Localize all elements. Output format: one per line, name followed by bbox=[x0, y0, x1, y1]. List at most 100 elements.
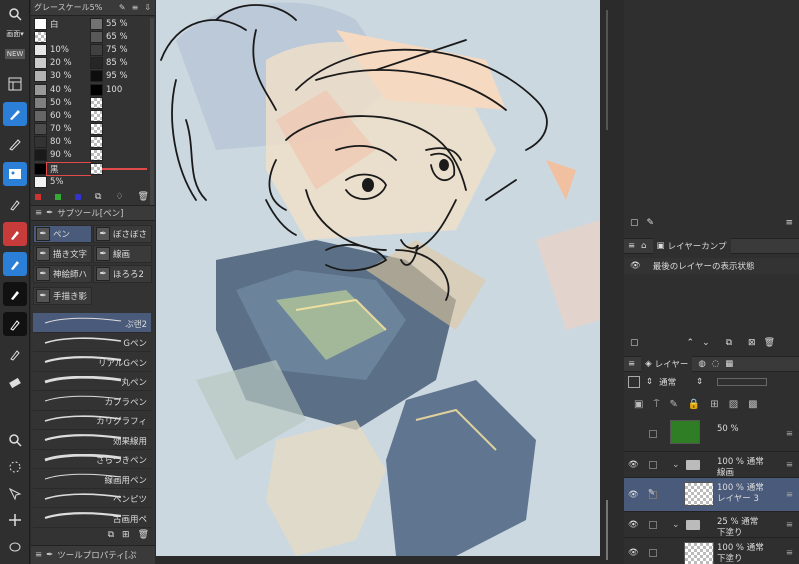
add-subtool-icon[interactable]: ⊞ bbox=[122, 530, 130, 540]
color-swatch[interactable] bbox=[34, 96, 47, 109]
layer-menu-icon[interactable]: ≡ bbox=[786, 548, 793, 558]
move-icon[interactable] bbox=[3, 508, 27, 532]
brush-item[interactable]: カブラペン bbox=[33, 391, 151, 411]
color-swatch[interactable] bbox=[90, 70, 103, 83]
layer-menu-icon[interactable]: ≡ bbox=[786, 520, 793, 530]
red-brush-icon[interactable] bbox=[3, 222, 27, 246]
zoom-icon[interactable] bbox=[3, 428, 27, 452]
green-color-icon[interactable] bbox=[55, 194, 61, 200]
opacity-stepper-icon[interactable]: ⇕ bbox=[696, 377, 703, 387]
layer-checkbox[interactable] bbox=[649, 460, 657, 469]
color-set-scrollbar[interactable] bbox=[150, 18, 154, 208]
color-row[interactable]: 30 % 95 % bbox=[34, 70, 152, 83]
pen-tool-icon[interactable] bbox=[3, 102, 27, 126]
stepper-icon[interactable]: ⇕ bbox=[646, 377, 653, 387]
new-icon[interactable]: NEW bbox=[3, 42, 27, 66]
subtool-tab[interactable]: ✒ ほろろ2 bbox=[93, 265, 152, 283]
menu-icon[interactable]: ≡ bbox=[785, 218, 793, 228]
subtool-tab[interactable]: ✒ ペン bbox=[33, 225, 92, 243]
chevron-down-icon[interactable]: ⌄ bbox=[672, 460, 680, 470]
delete-comp-icon[interactable]: ⊠ bbox=[748, 338, 756, 348]
color-swatch[interactable] bbox=[34, 30, 47, 43]
blend-tool-icon[interactable] bbox=[3, 252, 27, 276]
layer-menu-icon[interactable]: ≡ bbox=[786, 460, 793, 470]
color-swatch[interactable] bbox=[90, 123, 103, 136]
color-swatch[interactable] bbox=[90, 96, 103, 109]
brush-item[interactable]: 効果線用 bbox=[33, 430, 151, 450]
color-swatch[interactable] bbox=[90, 17, 103, 30]
layer-row[interactable]: 👁 ⌄ 100 % 通常 線画 ≡ bbox=[624, 452, 799, 478]
eye-icon[interactable]: 👁 bbox=[628, 520, 639, 530]
color-swatch[interactable] bbox=[90, 176, 103, 188]
color-row[interactable]: 80 % bbox=[34, 136, 152, 149]
subtool-tab[interactable]: ✒ 線画 bbox=[93, 245, 152, 263]
layer-menu-icon[interactable]: ≡ bbox=[786, 490, 793, 500]
bucket-icon[interactable]: ♢ bbox=[115, 192, 123, 202]
brush-item[interactable]: ぷ랜2 bbox=[33, 313, 151, 333]
color-swatch[interactable] bbox=[90, 109, 103, 122]
trash-icon[interactable]: 🗑 bbox=[138, 192, 149, 202]
subtool-tab[interactable]: ✒ 描き文字 bbox=[33, 245, 92, 263]
mask-icon[interactable]: ▨ bbox=[729, 399, 738, 410]
layer-row[interactable]: 50 % ≡ bbox=[624, 416, 799, 452]
blue-color-icon[interactable] bbox=[75, 194, 81, 200]
color-row[interactable]: 90 % bbox=[34, 149, 152, 162]
color-swatch[interactable] bbox=[34, 83, 47, 96]
layer-row[interactable]: 👁 100 % 通常 下塗り ≡ bbox=[624, 538, 799, 564]
layer-color-icon[interactable] bbox=[628, 376, 640, 388]
ruler-icon[interactable]: ▩ bbox=[748, 399, 757, 410]
navigator-icon[interactable]: ◌ bbox=[712, 359, 719, 369]
grip-icon[interactable]: ≡ bbox=[35, 208, 42, 218]
color-swatch[interactable] bbox=[34, 57, 47, 70]
brush-item[interactable]: カリグラフィ bbox=[33, 411, 151, 430]
color-swatch[interactable] bbox=[90, 136, 103, 149]
layer-row[interactable]: 👁 ✎ 100 % 通常 レイヤー 3 ≡ bbox=[624, 478, 799, 512]
color-swatch[interactable] bbox=[34, 149, 47, 162]
delete-icon[interactable]: 🗑 bbox=[138, 530, 149, 540]
color-swatch[interactable] bbox=[90, 30, 103, 43]
color-row[interactable]: 70 % bbox=[34, 123, 152, 136]
color-row[interactable]: 黒 bbox=[34, 161, 152, 176]
panel-layout-icon[interactable] bbox=[3, 72, 27, 96]
opacity-slider[interactable] bbox=[717, 378, 768, 386]
color-swatch[interactable] bbox=[34, 70, 47, 83]
color-row[interactable]: 20 % 85 % bbox=[34, 57, 152, 70]
palette-icon[interactable]: ◍ bbox=[698, 359, 705, 369]
ink-pen-icon[interactable] bbox=[3, 282, 27, 306]
layer-comp-item[interactable]: 👁 最後のレイヤーの表示状態 bbox=[624, 258, 799, 274]
pencil-icon[interactable] bbox=[3, 132, 27, 156]
color-swatch[interactable] bbox=[90, 162, 103, 175]
eye-icon[interactable]: 👁 bbox=[630, 261, 641, 271]
brush-item[interactable]: Gペン bbox=[33, 333, 151, 352]
layer-row[interactable]: 👁 ⌄ 25 % 通常 下塗り ≡ bbox=[624, 512, 799, 538]
eye-icon[interactable]: 👁 bbox=[628, 548, 639, 558]
lock-alpha-icon[interactable]: ⊞ bbox=[710, 399, 718, 410]
draft-icon[interactable]: ✎ bbox=[669, 399, 677, 410]
color-swatch[interactable] bbox=[34, 17, 47, 30]
brush-item[interactable]: ざらつきペン bbox=[33, 450, 151, 469]
eraser-icon[interactable] bbox=[3, 370, 27, 394]
lasso-icon[interactable] bbox=[3, 536, 27, 560]
object-icon[interactable] bbox=[3, 482, 27, 506]
subtool-tab[interactable]: ✒ 手描き影 bbox=[33, 287, 92, 305]
brush-item[interactable]: 丸ペン bbox=[33, 372, 151, 391]
drawing-canvas[interactable] bbox=[156, 0, 600, 556]
color-swatch[interactable] bbox=[34, 175, 47, 188]
grip-icon[interactable]: ≡ bbox=[35, 550, 42, 560]
color-row[interactable]: 5% bbox=[34, 175, 152, 188]
rotate-icon[interactable] bbox=[3, 455, 27, 479]
brush-item[interactable]: 線画用ペン bbox=[33, 469, 151, 489]
grip-icon[interactable]: ≡ bbox=[628, 359, 635, 369]
duplicate-icon[interactable]: ⧉ bbox=[108, 530, 114, 540]
color-swatch[interactable] bbox=[34, 43, 47, 56]
color-row[interactable]: 40 % 100 bbox=[34, 83, 152, 96]
add-color-icon[interactable]: ⧉ bbox=[95, 192, 101, 202]
color-swatch[interactable] bbox=[90, 149, 103, 162]
menu-icon[interactable]: ≡ bbox=[132, 3, 139, 12]
color-row[interactable]: 白 55 % bbox=[34, 17, 152, 30]
eye-icon[interactable]: 👁 bbox=[628, 490, 639, 500]
layer-checkbox[interactable] bbox=[649, 548, 657, 557]
color-row[interactable]: 65 % bbox=[34, 30, 152, 43]
subtool-tab[interactable]: ✒ 神絵師ハ bbox=[33, 265, 92, 283]
layer-list-icon[interactable]: ⌂ bbox=[641, 241, 646, 251]
